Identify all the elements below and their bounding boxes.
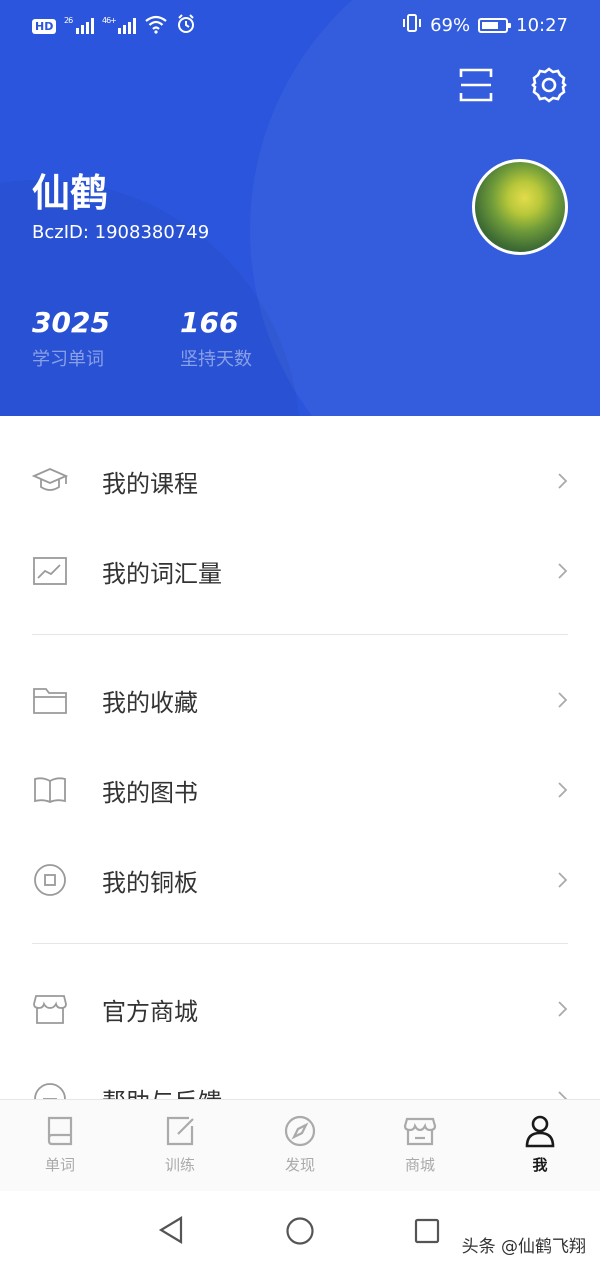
back-icon[interactable] [157, 1215, 185, 1245]
divider [32, 943, 568, 944]
tab-label: 单词 [44, 1156, 75, 1174]
battery-icon [478, 18, 512, 33]
watermark: 头条 @仙鹤飞翔 [461, 1237, 586, 1257]
book-icon [47, 1116, 73, 1146]
tab-store[interactable]: 商城 [380, 1114, 460, 1184]
menu-item-label: 我的收藏 [102, 689, 198, 717]
tab-label: 商城 [404, 1156, 435, 1174]
menu-item-my-courses[interactable]: 我的课程 [0, 436, 600, 526]
gear-icon [531, 67, 567, 103]
tab-words[interactable]: 单词 [20, 1114, 100, 1184]
tab-training[interactable]: 训练 [140, 1114, 220, 1184]
menu-item-label: 我的词汇量 [102, 560, 222, 588]
tab-discover[interactable]: 发现 [260, 1114, 340, 1184]
store-icon [33, 995, 67, 1024]
wifi-icon [144, 14, 168, 39]
recents-icon[interactable] [413, 1217, 441, 1245]
stat-label: 坚持天数 [180, 349, 252, 370]
menu-item-label: 我的图书 [102, 779, 198, 807]
chevron-right-icon [558, 563, 568, 579]
chart-icon [33, 557, 67, 585]
tab-label: 发现 [284, 1156, 315, 1174]
stat-value: 3025 [32, 306, 110, 339]
book-open-icon [34, 777, 66, 803]
svg-text:46+: 46+ [102, 16, 116, 25]
menu-item-my-books[interactable]: 我的图书 [0, 745, 600, 835]
edit-icon [166, 1116, 194, 1146]
compass-icon [284, 1115, 316, 1147]
menu-item-label: 官方商城 [102, 998, 198, 1026]
bottom-tab-bar: 单词 训练 发现 商城 我 [0, 1099, 600, 1192]
menu-item-label: 我的课程 [102, 470, 198, 498]
vibrate-icon [402, 13, 422, 38]
stat-value: 166 [180, 306, 239, 339]
hd-badge: HD [32, 19, 57, 34]
settings-button[interactable] [530, 66, 568, 104]
stat-label: 学习单词 [32, 349, 104, 370]
folder-icon [33, 688, 67, 714]
battery-percent: 69% [430, 15, 471, 36]
menu-item-my-coins[interactable]: 我的铜板 [0, 835, 600, 925]
user-icon [525, 1115, 555, 1148]
tab-label: 我 [532, 1156, 548, 1174]
clock: 10:27 [516, 15, 568, 36]
scan-icon [459, 68, 493, 102]
store-icon [403, 1117, 437, 1146]
home-icon[interactable] [285, 1216, 315, 1246]
chevron-right-icon [558, 872, 568, 888]
alarm-icon [176, 14, 196, 39]
graduation-cap-icon [32, 468, 68, 491]
signal-icon: 26 [64, 15, 95, 38]
chevron-right-icon [558, 782, 568, 798]
user-id: BczID: 1908380749 [32, 222, 210, 243]
tab-me[interactable]: 我 [500, 1114, 580, 1184]
user-name: 仙鹤 [32, 171, 109, 215]
tab-label: 训练 [164, 1156, 195, 1174]
avatar[interactable] [472, 159, 568, 255]
chevron-right-icon [558, 1001, 568, 1017]
chevron-right-icon [558, 692, 568, 708]
menu-item-official-store[interactable]: 官方商城 [0, 964, 600, 1054]
menu-item-my-favorites[interactable]: 我的收藏 [0, 655, 600, 745]
stat-streak-days[interactable]: 166 坚持天数 [180, 306, 252, 371]
menu-item-label: 我的铜板 [102, 869, 198, 897]
chevron-right-icon [558, 473, 568, 489]
coin-icon [34, 864, 66, 896]
profile-header: HD 26 46+ 69% 10:27 仙鹤 BczID: 1908380749… [0, 0, 600, 416]
scan-button[interactable] [457, 66, 495, 104]
menu-item-my-vocabulary[interactable]: 我的词汇量 [0, 526, 600, 616]
divider [32, 634, 568, 635]
signal-icon: 46+ [102, 15, 137, 38]
status-bar: HD 26 46+ 69% 10:27 [0, 0, 600, 50]
svg-text:26: 26 [64, 16, 73, 25]
stat-learned-words[interactable]: 3025 学习单词 [32, 306, 110, 371]
